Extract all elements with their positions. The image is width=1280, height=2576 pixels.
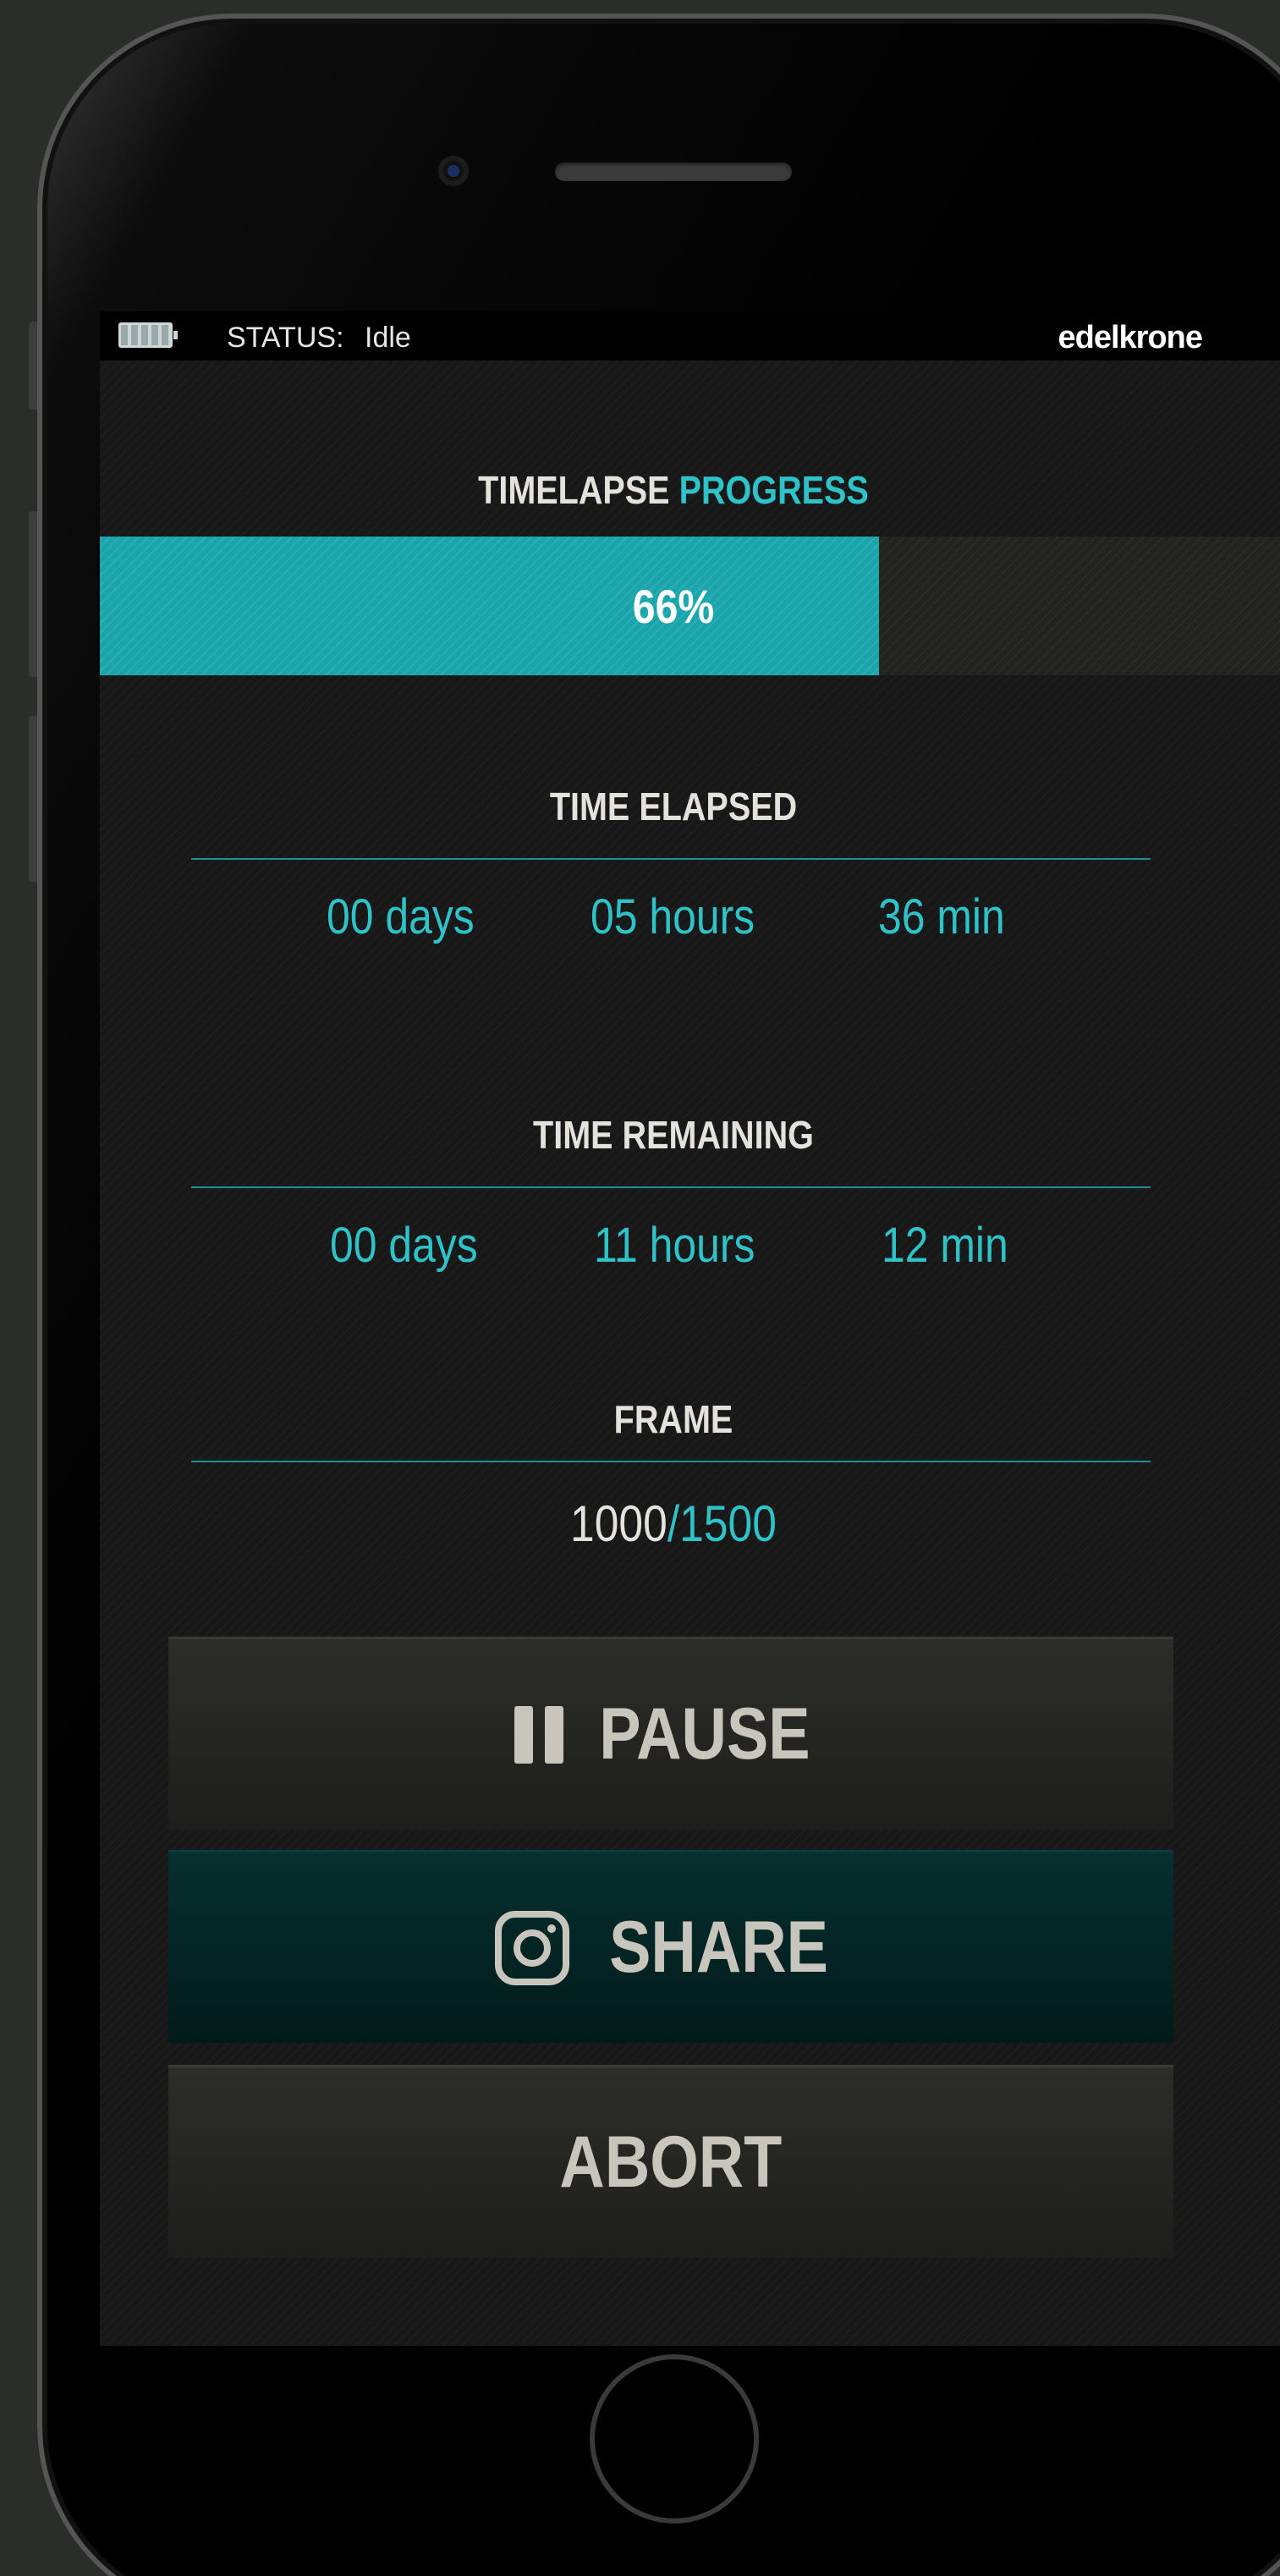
earpiece-speaker <box>555 162 792 181</box>
pause-button[interactable]: PAUSE <box>168 1637 1173 1830</box>
pause-icon <box>514 1705 564 1764</box>
remaining-hours: 11 hours <box>594 1218 755 1273</box>
app-screen: TIMELAPSE PROGRESS 66% TIME ELAPSED 00 d… <box>100 361 1280 2346</box>
frame-separator: / <box>667 1495 680 1552</box>
elapsed-days: 00 days <box>327 889 475 944</box>
status-label: STATUS: <box>227 322 344 354</box>
progress-percent: 66% <box>632 580 715 633</box>
share-button[interactable]: SHARE <box>168 1850 1173 2043</box>
progress-title: TIMELAPSE PROGRESS <box>180 467 1167 513</box>
elapsed-hours: 05 hours <box>591 889 755 944</box>
progress-title-part2: PROGRESS <box>678 468 869 512</box>
abort-button[interactable]: ABORT <box>168 2065 1173 2258</box>
status-bar: STATUS: Idle edelkrone <box>100 311 1280 361</box>
front-camera <box>438 156 469 186</box>
pause-label: PAUSE <box>599 1693 810 1775</box>
frame-current: 1000 <box>570 1495 667 1552</box>
status-value: Idle <box>365 322 411 354</box>
abort-label: ABORT <box>559 2122 783 2203</box>
frame-title: FRAME <box>613 1397 733 1441</box>
frame-total: 1500 <box>679 1495 777 1552</box>
remaining-days: 00 days <box>330 1218 478 1273</box>
divider <box>191 858 1151 860</box>
elapsed-minutes: 36 min <box>878 889 1005 944</box>
home-button[interactable] <box>590 2354 759 2524</box>
divider <box>191 1186 1151 1188</box>
instagram-icon <box>495 1910 570 1985</box>
brand-logo: edelkrone <box>1058 320 1203 355</box>
divider <box>191 1461 1151 1462</box>
battery-icon <box>118 322 178 348</box>
remaining-minutes: 12 min <box>882 1218 1008 1273</box>
share-label: SHARE <box>609 1907 829 1988</box>
progress-title-part1: TIMELAPSE <box>478 468 670 512</box>
timelapse-progress-bar: 66% <box>100 537 1280 675</box>
time-remaining-title: TIME REMAINING <box>533 1113 814 1157</box>
frame-readout: 1000/1500 <box>180 1494 1167 1553</box>
device-mockup: STATUS: Idle edelkrone TIMELAPSE PROGRES… <box>0 0 1280 2576</box>
time-elapsed-title: TIME ELAPSED <box>549 784 798 828</box>
